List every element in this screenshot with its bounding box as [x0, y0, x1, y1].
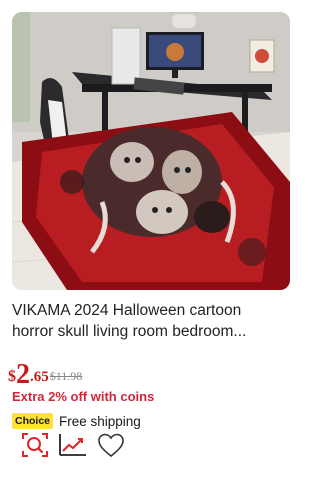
coins-discount: Extra 2% off with coins	[12, 389, 155, 404]
price-decimal: .65	[30, 369, 49, 385]
original-price: $11.98	[49, 369, 83, 383]
product-title-line2: horror skull living room bedroom...	[12, 323, 247, 340]
shipping-row: Choice Free shipping	[12, 413, 141, 429]
price-integer: 2	[16, 359, 30, 390]
heart-icon[interactable]	[96, 430, 126, 460]
choice-badge: Choice	[12, 413, 54, 429]
free-shipping-text: Free shipping	[59, 413, 141, 429]
image-search-icon[interactable]	[20, 430, 50, 460]
product-title-line1: VIKAMA 2024 Halloween cartoon	[12, 302, 242, 319]
product-card[interactable]: VIKAMA 2024 Halloween cartoon horror sku…	[0, 0, 302, 481]
product-title[interactable]: VIKAMA 2024 Halloween cartoon horror sku…	[12, 300, 294, 342]
price-trend-icon[interactable]	[58, 430, 88, 460]
action-icons	[20, 430, 126, 460]
product-photo	[12, 12, 290, 290]
product-image[interactable]	[12, 12, 290, 290]
price-row: $ 2 .65 $11.98	[8, 359, 83, 390]
price-currency: $	[8, 368, 16, 385]
